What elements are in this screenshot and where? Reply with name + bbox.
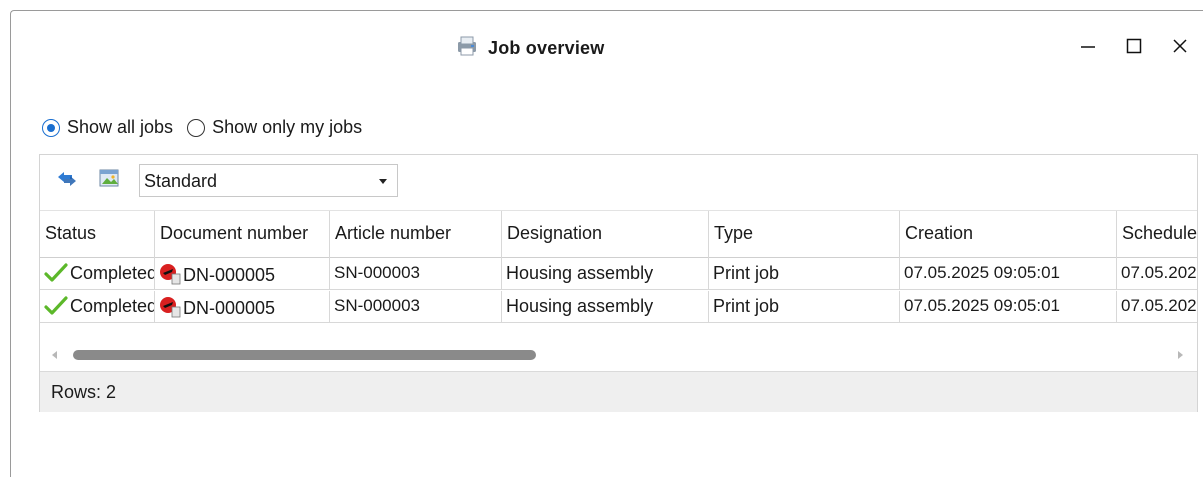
view-selector-dropdown[interactable]: Standard: [139, 164, 398, 197]
status-cell: Completed: [40, 291, 155, 323]
grid-toolbar: Standard: [40, 155, 1197, 210]
document-number-cell: DN-000005: [155, 291, 330, 323]
table-row[interactable]: Completed DN-000005 SN-000003 Housing as…: [40, 258, 1197, 290]
view-selector-value: Standard: [144, 171, 218, 191]
jobs-table: Status Document number Article number De…: [40, 210, 1197, 327]
scheduled-cell: 07.05.2025: [1117, 258, 1197, 290]
minimize-button[interactable]: [1065, 33, 1111, 63]
scroll-left-arrow-icon[interactable]: [52, 351, 57, 359]
horizontal-scrollbar[interactable]: [40, 341, 1197, 371]
minimize-icon: [1080, 38, 1096, 59]
job-overview-window: Job overview Show all jobs Show only my …: [10, 10, 1203, 477]
checkmark-icon: [44, 263, 68, 288]
document-number-text: DN-000005: [183, 298, 276, 318]
column-header-article-number[interactable]: Article number: [330, 211, 502, 259]
show-my-jobs-radio[interactable]: Show only my jobs: [187, 117, 362, 138]
chevron-down-icon: [379, 179, 387, 184]
designation-cell: Housing assembly: [502, 258, 709, 290]
close-button[interactable]: [1157, 33, 1203, 63]
designation-cell: Housing assembly: [502, 291, 709, 323]
window-title-text: Job overview: [488, 38, 605, 58]
article-number-cell: SN-000003: [330, 291, 502, 323]
close-icon: [1172, 38, 1188, 59]
window-controls: [1065, 33, 1203, 63]
maximize-icon: [1126, 38, 1142, 59]
article-number-cell: SN-000003: [330, 258, 502, 290]
title-bar[interactable]: Job overview: [11, 11, 1203, 81]
show-all-jobs-radio[interactable]: Show all jobs: [42, 117, 173, 138]
table-row[interactable]: Completed DN-000005 SN-000003 Housing as…: [40, 291, 1197, 323]
column-header-designation[interactable]: Designation: [502, 211, 709, 259]
radio-button-unselected[interactable]: [187, 118, 206, 137]
column-header-scheduled[interactable]: Scheduled: [1117, 211, 1197, 259]
column-header-creation[interactable]: Creation: [900, 211, 1117, 259]
radio-button-selected[interactable]: [42, 118, 60, 137]
pdf-document-icon: [159, 296, 181, 323]
jobs-panel: Standard Status Document number Article …: [39, 154, 1198, 412]
maximize-button[interactable]: [1111, 33, 1157, 63]
status-text: Completed: [70, 296, 155, 316]
column-header-status[interactable]: Status: [40, 211, 155, 259]
creation-cell: 07.05.2025 09:05:01: [900, 291, 1117, 323]
column-header-document-number[interactable]: Document number: [155, 211, 330, 259]
status-bar: Rows: 2: [40, 371, 1197, 412]
job-filter-group: Show all jobs Show only my jobs: [42, 117, 376, 138]
document-number-text: DN-000005: [183, 265, 276, 285]
layout-icon[interactable]: [98, 168, 122, 190]
column-header-type[interactable]: Type: [709, 211, 900, 259]
window-title: Job overview: [454, 35, 604, 62]
status-text: Completed: [70, 263, 155, 283]
scrollbar-thumb[interactable]: [73, 350, 536, 360]
scroll-right-arrow-icon[interactable]: [1178, 351, 1183, 359]
scheduled-cell: 07.05.2025: [1117, 291, 1197, 323]
creation-cell: 07.05.2025 09:05:01: [900, 258, 1117, 290]
checkmark-icon: [44, 296, 68, 321]
refresh-icon[interactable]: [55, 168, 79, 190]
status-cell: Completed: [40, 258, 155, 290]
row-count-label: Rows: 2: [51, 382, 117, 402]
show-my-jobs-label: Show only my jobs: [212, 117, 363, 137]
printer-icon: [454, 35, 480, 62]
table-header: Status Document number Article number De…: [40, 210, 1197, 259]
pdf-document-icon: [159, 263, 181, 290]
show-all-jobs-label: Show all jobs: [67, 117, 174, 137]
type-cell: Print job: [709, 291, 900, 323]
type-cell: Print job: [709, 258, 900, 290]
document-number-cell: DN-000005: [155, 258, 330, 290]
